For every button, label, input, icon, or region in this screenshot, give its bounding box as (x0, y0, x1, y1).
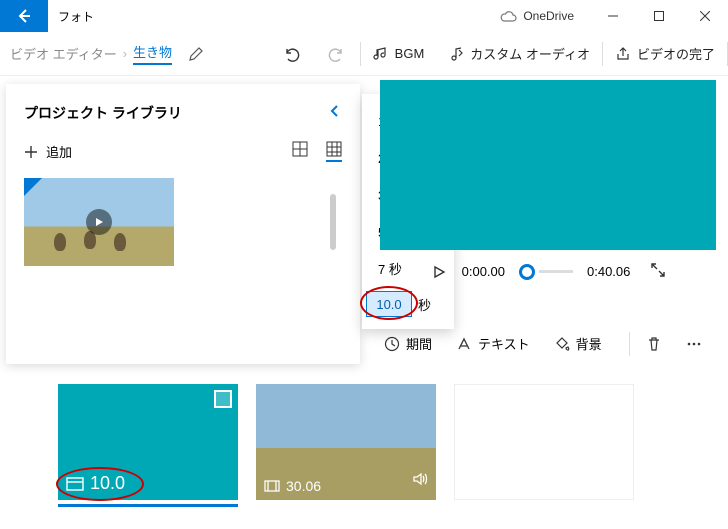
chevron-left-icon (328, 104, 342, 118)
breadcrumb-root[interactable]: ビデオ エディター (10, 44, 117, 63)
text-label: テキスト (478, 334, 530, 353)
background-label: 背景 (576, 334, 602, 353)
view-grid-large-button[interactable] (326, 141, 342, 162)
more-button[interactable] (678, 332, 710, 356)
finish-label: ビデオの完了 (637, 44, 715, 63)
breadcrumb-current[interactable]: 生き物 (133, 42, 172, 65)
maximize-button[interactable] (636, 0, 682, 32)
content-area: プロジェクト ライブラリ 追加 (0, 76, 728, 529)
seek-slider[interactable] (519, 264, 573, 280)
storyboard-placeholder[interactable] (454, 384, 634, 500)
time-total: 0:40.06 (587, 264, 630, 279)
collapse-button[interactable] (328, 102, 342, 123)
clip-selection-underline (58, 504, 238, 507)
export-icon (615, 46, 631, 62)
undo-button[interactable] (268, 32, 314, 76)
audio-settings-icon (448, 46, 464, 62)
duration-button[interactable]: 期間 (376, 330, 440, 357)
delete-button[interactable] (638, 332, 670, 356)
ellipsis-icon (686, 336, 702, 352)
close-button[interactable] (682, 0, 728, 32)
chevron-right-icon: › (123, 46, 127, 61)
arrow-left-icon (16, 8, 32, 24)
custom-audio-button[interactable]: カスタム オーディオ (436, 32, 602, 76)
main-toolbar: ビデオ エディター › 生き物 BGM カスタム オーディオ ビデオの完了 (0, 32, 728, 76)
titlebar: フォト OneDrive (0, 0, 728, 32)
app-title: フォト (58, 8, 94, 25)
video-preview (380, 80, 716, 250)
trash-icon (646, 336, 662, 352)
minimize-button[interactable] (590, 0, 636, 32)
onedrive-status[interactable]: OneDrive (499, 9, 574, 23)
back-button[interactable] (0, 0, 48, 32)
library-title: プロジェクト ライブラリ (24, 103, 328, 123)
film-icon (264, 480, 280, 492)
clock-icon (384, 336, 400, 352)
project-library-panel: プロジェクト ライブラリ 追加 (6, 84, 360, 364)
text-button[interactable]: テキスト (448, 330, 538, 357)
duration-input[interactable] (366, 291, 412, 317)
custom-audio-label: カスタム オーディオ (470, 44, 590, 63)
redo-icon (328, 45, 346, 63)
pencil-icon[interactable] (188, 46, 204, 62)
clip-checkbox[interactable] (214, 390, 232, 408)
fullscreen-button[interactable] (650, 262, 666, 281)
storyboard: 10.0 30.06 (58, 384, 710, 500)
library-scrollbar[interactable] (330, 194, 336, 250)
speaker-icon (412, 471, 428, 492)
cloud-icon (499, 10, 517, 22)
used-indicator-icon (24, 178, 42, 196)
view-grid-small-button[interactable] (292, 141, 308, 162)
finish-video-button[interactable]: ビデオの完了 (603, 32, 727, 76)
card-icon (66, 477, 84, 491)
clip2-duration: 30.06 (286, 478, 321, 494)
play-icon (432, 265, 446, 279)
clip1-duration: 10.0 (90, 473, 125, 494)
library-clip-thumbnail[interactable] (24, 178, 174, 266)
onedrive-label: OneDrive (523, 9, 574, 23)
add-label: 追加 (46, 142, 72, 161)
player-controls: 0:00.00 0:40.06 (380, 262, 716, 281)
music-icon (373, 46, 389, 62)
undo-icon (282, 45, 300, 63)
thumbnail-content (296, 458, 341, 476)
text-icon (456, 336, 472, 352)
fullscreen-icon (650, 262, 666, 278)
bgm-label: BGM (395, 46, 425, 61)
background-button[interactable]: 背景 (546, 330, 610, 357)
preview-area: 0:00.00 0:40.06 (380, 76, 716, 281)
storyboard-clip-1[interactable]: 10.0 (58, 384, 238, 500)
clip-toolbar: 期間 テキスト 背景 (376, 330, 710, 357)
redo-button[interactable] (314, 32, 360, 76)
breadcrumb: ビデオ エディター › 生き物 (10, 42, 204, 65)
slider-thumb-icon (519, 264, 535, 280)
bgm-button[interactable]: BGM (361, 32, 437, 76)
play-overlay-icon (86, 209, 112, 235)
play-button[interactable] (430, 263, 448, 281)
time-current: 0:00.00 (462, 264, 505, 279)
duration-label: 期間 (406, 334, 432, 353)
storyboard-clip-2[interactable]: 30.06 (256, 384, 436, 500)
duration-unit-label: 秒 (418, 295, 431, 314)
add-media-button[interactable]: 追加 (24, 142, 72, 161)
plus-icon (24, 145, 38, 159)
paint-icon (554, 336, 570, 352)
